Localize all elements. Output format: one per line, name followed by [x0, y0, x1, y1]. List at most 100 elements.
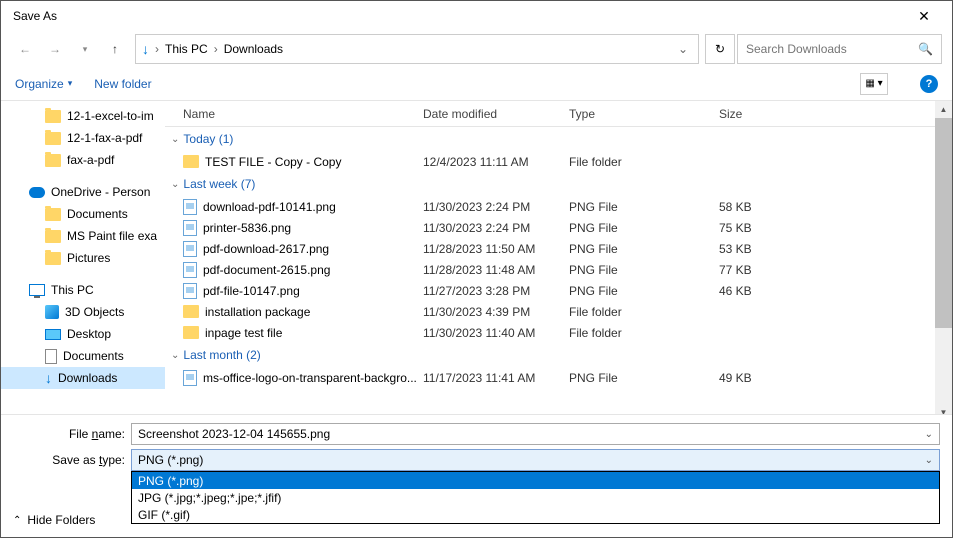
file-date: 11/30/2023 4:39 PM [423, 305, 569, 319]
column-type[interactable]: Type [569, 107, 719, 121]
folder-icon [45, 252, 61, 265]
folder-icon [45, 230, 61, 243]
column-headers[interactable]: Name Date modified Type Size [165, 101, 952, 127]
filetype-option[interactable]: JPG (*.jpg;*.jpeg;*.jpe;*.jfif) [132, 489, 939, 506]
file-type: PNG File [569, 284, 719, 298]
tree-item[interactable]: This PC [1, 279, 165, 301]
group-header[interactable]: ⌄ Today (1) [165, 127, 952, 151]
group-header[interactable]: ⌄Last month (2) [165, 343, 952, 367]
group-label: Last week (7) [183, 177, 255, 191]
group-header[interactable]: ⌄ Last week (7) [165, 172, 952, 196]
tree-item-label: This PC [51, 283, 94, 297]
chevron-down-icon[interactable]: ⌄ [925, 429, 933, 440]
filename-value: Screenshot 2023-12-04 145655.png [138, 427, 330, 441]
recent-locations-button[interactable]: ▾ [71, 35, 99, 63]
column-date[interactable]: Date modified [423, 107, 569, 121]
downloads-icon: ↓ [142, 42, 149, 56]
file-date: 11/28/2023 11:48 AM [423, 263, 569, 277]
file-row[interactable]: pdf-document-2615.png 11/28/2023 11:48 AM… [165, 259, 952, 280]
tree-item[interactable]: 3D Objects [1, 301, 165, 323]
file-icon [183, 220, 197, 236]
chevron-down-icon: ⌄ [171, 179, 179, 190]
hide-folders-label: Hide Folders [27, 513, 95, 527]
saveastype-label: Save as type: [13, 453, 131, 467]
saveastype-value: PNG (*.png) [138, 453, 203, 467]
breadcrumb-current[interactable]: Downloads [224, 42, 283, 56]
file-row[interactable]: pdf-download-2617.png11/28/2023 11:50 AM… [165, 238, 952, 259]
breadcrumb-root[interactable]: This PC [165, 42, 208, 56]
scroll-thumb[interactable] [935, 118, 952, 328]
tree-item-label: MS Paint file exa [67, 229, 157, 243]
refresh-button[interactable]: ↻ [705, 34, 735, 64]
address-dropdown-button[interactable]: ⌄ [674, 42, 692, 56]
tree-item[interactable]: ↓Downloads [1, 367, 165, 389]
file-row[interactable]: ms-office-logo-on-transparent-backgro...… [165, 367, 952, 388]
tree-item[interactable]: fax-a-pdf [1, 149, 165, 171]
file-type: File folder [569, 155, 719, 169]
address-bar[interactable]: ↓ › This PC › Downloads ⌄ [135, 34, 699, 64]
file-type: PNG File [569, 221, 719, 235]
file-row[interactable]: download-pdf-10141.png11/30/2023 2:24 PM… [165, 196, 952, 217]
tree-item[interactable]: Documents [1, 203, 165, 225]
tree-item[interactable]: Pictures [1, 247, 165, 269]
vertical-scrollbar[interactable]: ▲ ▼ [935, 101, 952, 421]
folder-icon [45, 154, 61, 167]
file-row[interactable]: TEST FILE - Copy - Copy12/4/2023 11:11 A… [165, 151, 952, 172]
file-type: File folder [569, 326, 719, 340]
tree-item[interactable]: MS Paint file exa [1, 225, 165, 247]
tree-item-label: 12-1-fax-a-pdf [67, 131, 142, 145]
file-list[interactable]: Name Date modified Type Size ⌄ Today (1) T… [165, 101, 952, 421]
tree-item-label: 3D Objects [65, 305, 124, 319]
new-folder-button[interactable]: New folder [94, 77, 151, 91]
tree-item[interactable]: OneDrive - Person [1, 181, 165, 203]
file-name: pdf-document-2615.png [203, 263, 330, 277]
tree-item[interactable]: 12-1-excel-to-im [1, 105, 165, 127]
help-button[interactable]: ? [920, 75, 938, 93]
chevron-down-icon[interactable]: ⌄ [925, 455, 933, 466]
column-name[interactable]: Name [165, 107, 423, 121]
filetype-option[interactable]: GIF (*.gif) [132, 506, 939, 523]
file-name: ms-office-logo-on-transparent-backgro... [203, 371, 417, 385]
file-type: PNG File [569, 371, 719, 385]
back-button[interactable]: ← [11, 35, 39, 63]
filename-input[interactable]: Screenshot 2023-12-04 145655.png ⌄ [131, 423, 940, 445]
tree-item[interactable]: 12-1-fax-a-pdf [1, 127, 165, 149]
search-box[interactable]: 🔍 [737, 34, 942, 64]
pc-icon [29, 284, 45, 296]
file-row[interactable]: inpage test file11/30/2023 11:40 AMFile … [165, 322, 952, 343]
group-label: Today (1) [183, 132, 233, 146]
saveastype-dropdown[interactable]: PNG (*.png)JPG (*.jpg;*.jpeg;*.jpe;*.jfi… [131, 471, 940, 524]
tree-item[interactable]: Documents [1, 345, 165, 367]
tree-item-label: Pictures [67, 251, 110, 265]
folder-icon [183, 155, 199, 168]
chevron-down-icon: ▾ [68, 78, 73, 89]
file-name: installation package [205, 305, 310, 319]
chevron-down-icon: ⌄ [171, 134, 179, 145]
file-name: TEST FILE - Copy - Copy [205, 155, 341, 169]
filetype-option[interactable]: PNG (*.png) [132, 472, 939, 489]
view-options-button[interactable]: ▦ ▾ [860, 73, 888, 95]
file-icon [183, 199, 197, 215]
downloads-icon: ↓ [45, 371, 52, 385]
close-button[interactable]: ✕ [904, 2, 944, 30]
file-date: 11/28/2023 11:50 AM [423, 242, 569, 256]
up-button[interactable]: ↑ [101, 35, 129, 63]
file-row[interactable]: printer-5836.png11/30/2023 2:24 PMPNG Fi… [165, 217, 952, 238]
file-name: pdf-file-10147.png [203, 284, 300, 298]
file-size: 58 KB [719, 200, 809, 214]
tree-item-label: Documents [67, 207, 128, 221]
file-row[interactable]: installation package11/30/2023 4:39 PMFi… [165, 301, 952, 322]
tree-item[interactable]: Desktop [1, 323, 165, 345]
navigation-tree[interactable]: 12-1-excel-to-im 12-1-fax-a-pdf fax-a-pdf O… [1, 101, 165, 421]
file-icon [183, 241, 197, 257]
forward-button[interactable]: → [41, 35, 69, 63]
organize-menu[interactable]: Organize ▾ [15, 77, 72, 91]
search-input[interactable] [746, 42, 918, 56]
saveastype-combobox[interactable]: PNG (*.png) ⌄ [131, 449, 940, 471]
file-row[interactable]: pdf-file-10147.png11/27/2023 3:28 PMPNG … [165, 280, 952, 301]
folder-icon [183, 326, 199, 339]
column-size[interactable]: Size [719, 107, 809, 121]
hide-folders-button[interactable]: ⌃ Hide Folders [13, 513, 95, 527]
scroll-up-button[interactable]: ▲ [935, 101, 952, 118]
chevron-down-icon: ⌄ [171, 350, 179, 361]
